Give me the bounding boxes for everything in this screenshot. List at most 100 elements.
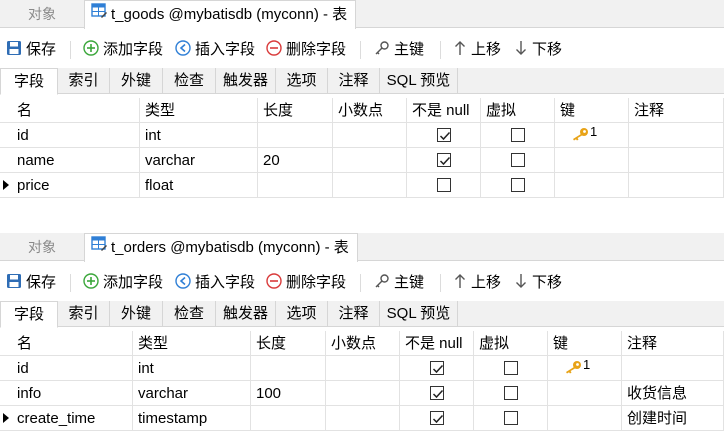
table-row[interactable]: info varchar 100 收货信息 [0,381,724,406]
not-null-checkbox[interactable] [436,128,451,143]
field-comment-cell[interactable]: 收货信息 [622,381,724,406]
not-null-checkbox[interactable] [429,361,444,376]
field-decimals-cell[interactable] [333,173,407,198]
tab-fields[interactable]: 字段 [0,68,58,95]
key-cell[interactable] [548,381,622,406]
col-comment-header[interactable]: 注释 [622,331,724,356]
virtual-checkbox[interactable] [503,386,518,401]
key-cell[interactable]: 1 [548,356,622,381]
tab-objects[interactable]: 对象 [0,233,84,261]
key-cell[interactable] [548,406,622,431]
tab-comments[interactable]: 注释 [328,68,380,94]
tab-triggers[interactable]: 触发器 [216,68,276,94]
primary-key-button[interactable]: 主键 [374,33,424,67]
col-key-header[interactable]: 键 [555,98,629,123]
col-not-null-header[interactable]: 不是 null [400,331,474,356]
move-up-button[interactable]: 上移 [453,33,501,67]
not-null-cell[interactable] [407,173,481,198]
field-type-cell[interactable]: int [140,123,258,148]
col-key-header[interactable]: 键 [548,331,622,356]
field-name-cell[interactable]: name [12,148,140,173]
field-name-cell[interactable]: id [12,123,140,148]
field-name-cell[interactable]: create_time [12,406,133,431]
field-comment-cell[interactable] [629,123,724,148]
tab-fields[interactable]: 字段 [0,301,58,328]
col-name-header[interactable]: 名 [12,98,140,123]
field-length-cell[interactable] [251,356,326,381]
field-decimals-cell[interactable] [326,356,400,381]
virtual-cell[interactable] [474,356,548,381]
field-name-cell[interactable]: info [12,381,133,406]
save-button[interactable]: 保存 [6,266,56,300]
col-type-header[interactable]: 类型 [140,98,258,123]
tab-foreign-keys[interactable]: 外键 [110,68,163,94]
tab-sql-preview[interactable]: SQL 预览 [380,68,458,94]
virtual-cell[interactable] [474,381,548,406]
primary-key-button[interactable]: 主键 [374,266,424,300]
virtual-cell[interactable] [474,406,548,431]
virtual-checkbox[interactable] [503,361,518,376]
field-type-cell[interactable]: varchar [140,148,258,173]
not-null-checkbox[interactable] [429,411,444,426]
tab-objects[interactable]: 对象 [0,0,84,28]
field-decimals-cell[interactable] [333,123,407,148]
key-cell[interactable]: 1 [555,123,629,148]
col-comment-header[interactable]: 注释 [629,98,724,123]
field-name-cell[interactable]: id [12,356,133,381]
tab-comments[interactable]: 注释 [328,301,380,327]
tab-sql-preview[interactable]: SQL 预览 [380,301,458,327]
col-virtual-header[interactable]: 虚拟 [474,331,548,356]
table-row[interactable]: id int 1 [0,123,724,148]
field-type-cell[interactable]: int [133,356,251,381]
move-up-button[interactable]: 上移 [453,266,501,300]
not-null-checkbox[interactable] [436,178,451,193]
tab-table-design[interactable]: t_goods @mybatisdb (myconn) - 表 [84,0,357,29]
col-virtual-header[interactable]: 虚拟 [481,98,555,123]
field-length-cell[interactable] [258,173,333,198]
field-comment-cell[interactable] [629,148,724,173]
field-type-cell[interactable]: varchar [133,381,251,406]
key-cell[interactable] [555,173,629,198]
virtual-checkbox[interactable] [510,153,525,168]
field-comment-cell[interactable]: 创建时间 [622,406,724,431]
not-null-checkbox[interactable] [436,153,451,168]
col-not-null-header[interactable]: 不是 null [407,98,481,123]
add-field-button[interactable]: 添加字段 [83,266,163,300]
virtual-cell[interactable] [481,123,555,148]
move-down-button[interactable]: 下移 [514,33,562,67]
add-field-button[interactable]: 添加字段 [83,33,163,67]
delete-field-button[interactable]: 删除字段 [266,266,346,300]
tab-foreign-keys[interactable]: 外键 [110,301,163,327]
field-comment-cell[interactable] [622,356,724,381]
insert-field-button[interactable]: 插入字段 [175,266,255,300]
col-length-header[interactable]: 长度 [251,331,326,356]
field-name-cell[interactable]: price [12,173,140,198]
tab-options[interactable]: 选项 [276,301,328,327]
virtual-checkbox[interactable] [510,128,525,143]
not-null-cell[interactable] [407,148,481,173]
virtual-cell[interactable] [481,173,555,198]
col-decimals-header[interactable]: 小数点 [333,98,407,123]
field-length-cell[interactable]: 20 [258,148,333,173]
delete-field-button[interactable]: 删除字段 [266,33,346,67]
col-decimals-header[interactable]: 小数点 [326,331,400,356]
table-row[interactable]: price float [0,173,724,198]
field-decimals-cell[interactable] [326,406,400,431]
virtual-checkbox[interactable] [503,411,518,426]
tab-table-design[interactable]: t_orders @mybatisdb (myconn) - 表 [84,233,358,262]
not-null-checkbox[interactable] [429,386,444,401]
field-comment-cell[interactable] [629,173,724,198]
table-row[interactable]: name varchar 20 [0,148,724,173]
tab-options[interactable]: 选项 [276,68,328,94]
field-type-cell[interactable]: timestamp [133,406,251,431]
insert-field-button[interactable]: 插入字段 [175,33,255,67]
virtual-checkbox[interactable] [510,178,525,193]
table-row[interactable]: create_time timestamp 创建时间 [0,406,724,431]
tab-indexes[interactable]: 索引 [58,301,110,327]
not-null-cell[interactable] [400,356,474,381]
virtual-cell[interactable] [481,148,555,173]
col-name-header[interactable]: 名 [12,331,133,356]
tab-checks[interactable]: 检查 [163,301,216,327]
field-length-cell[interactable]: 100 [251,381,326,406]
not-null-cell[interactable] [400,406,474,431]
